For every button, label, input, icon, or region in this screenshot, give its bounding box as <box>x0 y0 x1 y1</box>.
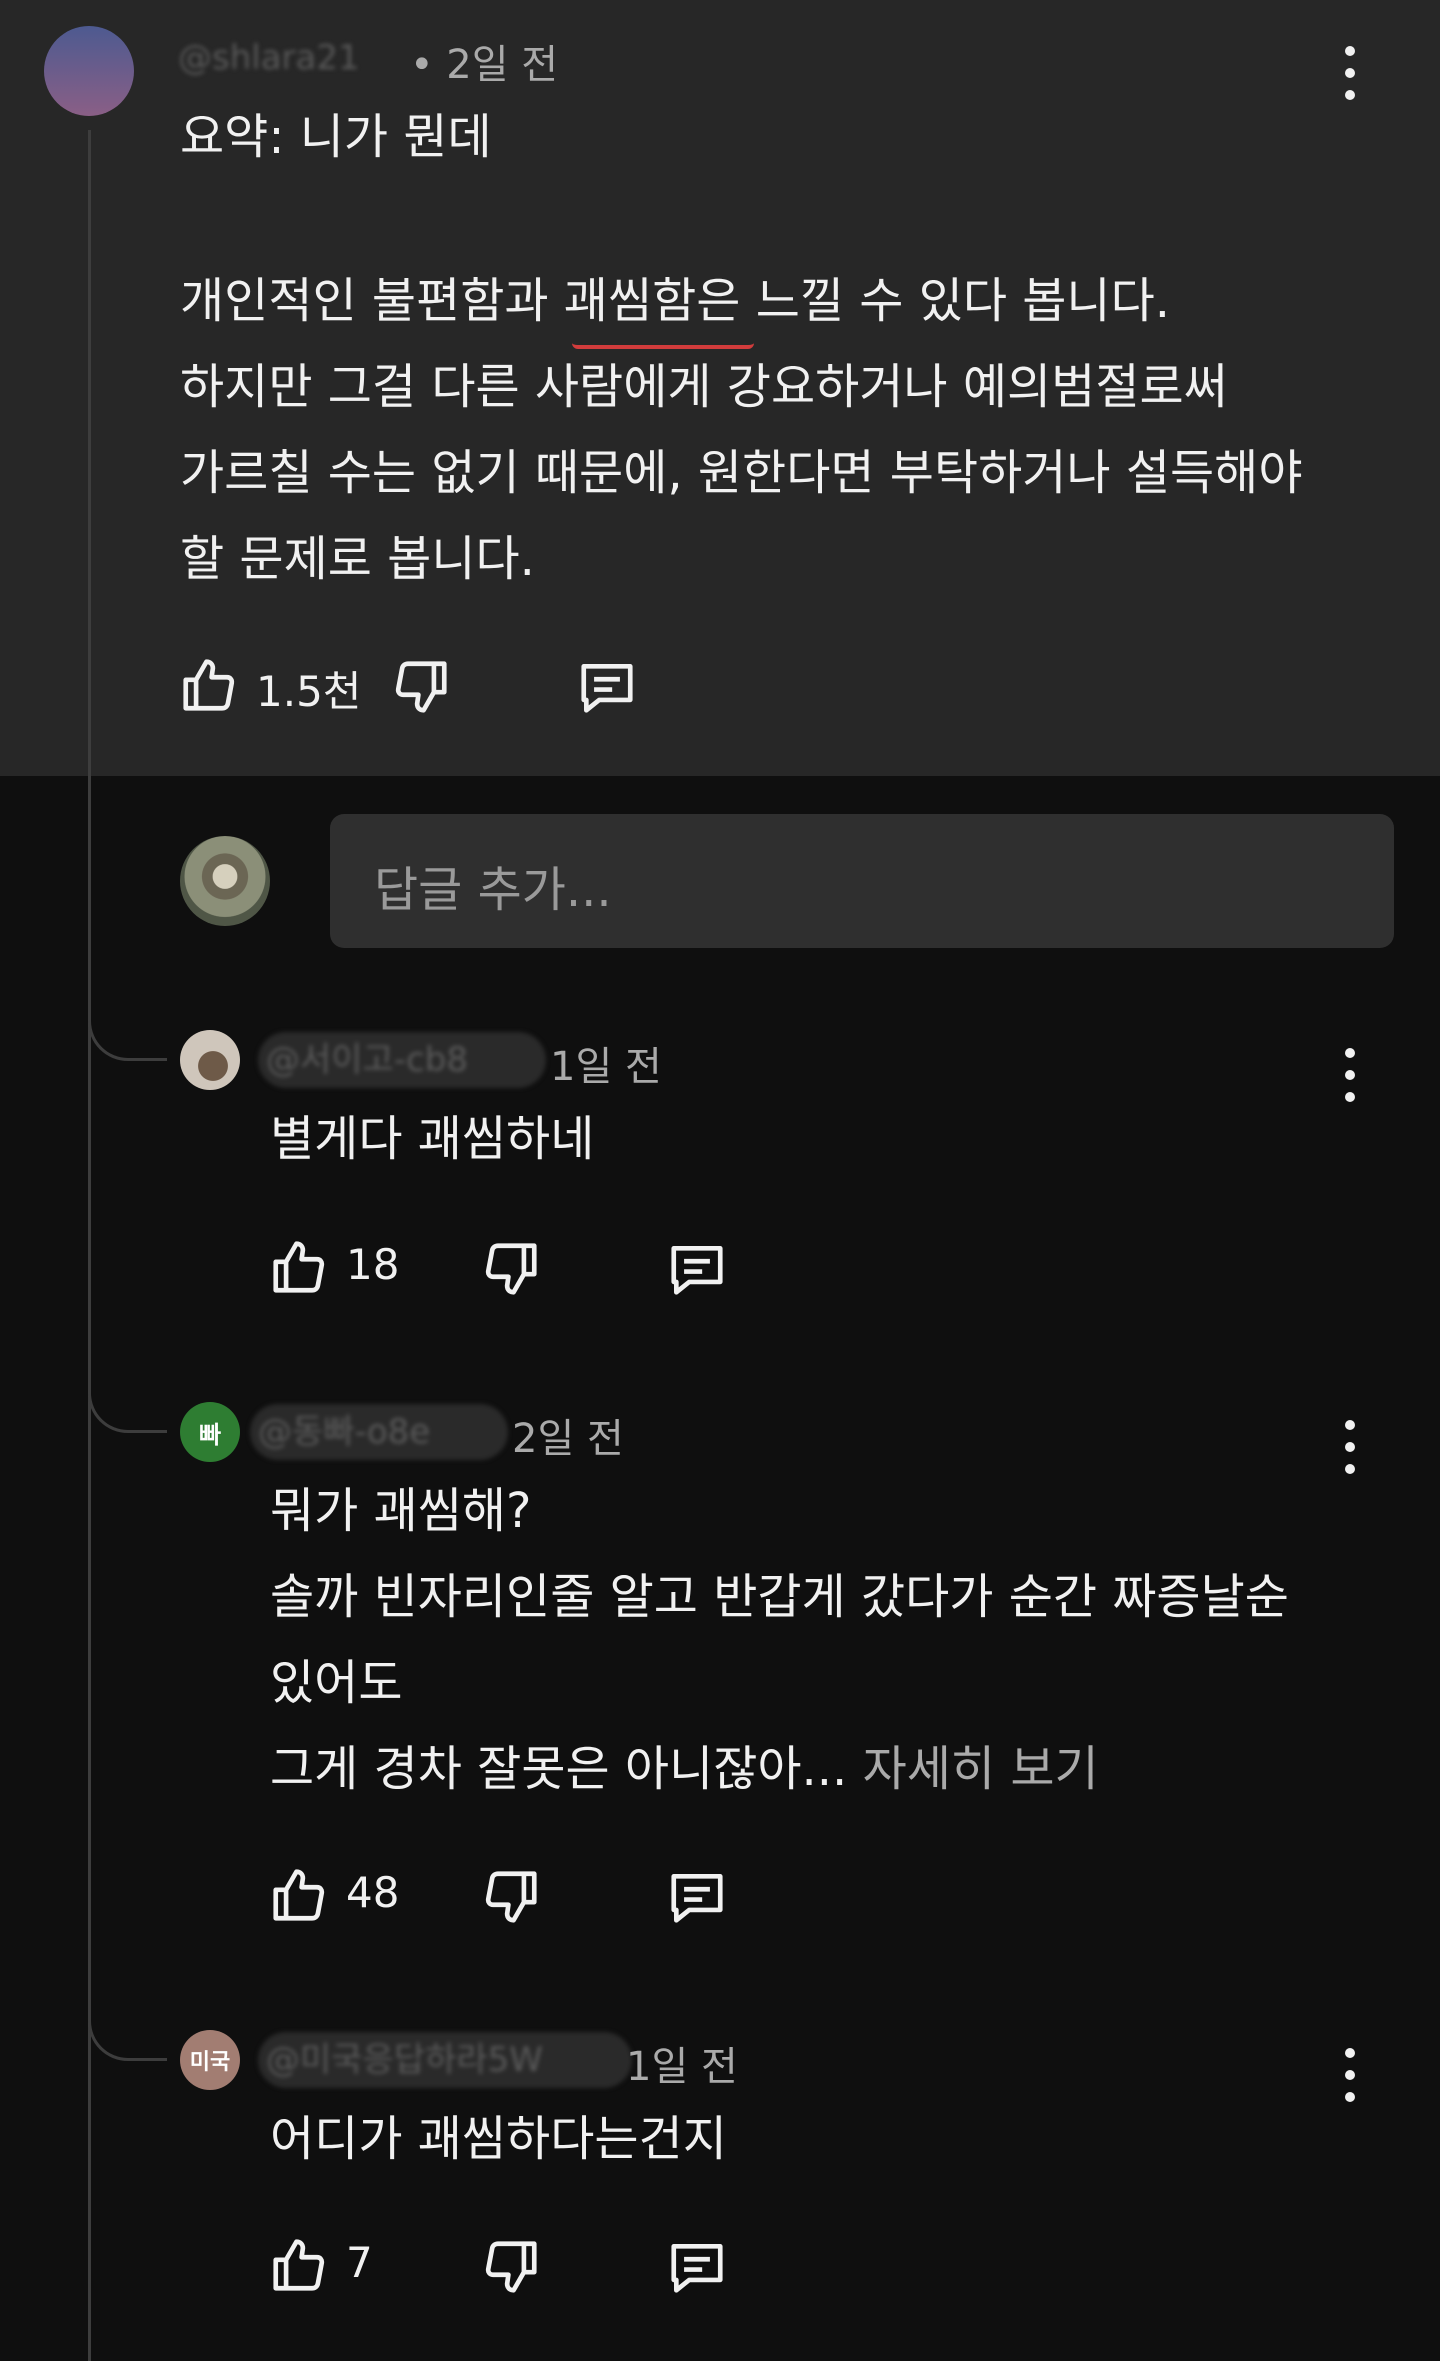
top-comment-line: 개인적인 불편함과 괘씸함은 느낄 수 있다 봅니다. <box>180 273 1171 329</box>
dislike-icon[interactable] <box>390 656 452 718</box>
like-icon[interactable] <box>268 2234 330 2296</box>
reply-avatar[interactable]: 미국 <box>180 2030 240 2090</box>
thread-branch <box>88 1998 167 2061</box>
reply-icon[interactable] <box>576 656 638 718</box>
dislike-icon[interactable] <box>480 1866 542 1928</box>
like-count: 48 <box>346 1868 400 1917</box>
top-comment-line: 가르칠 수는 없기 때문에, 원한다면 부탁하거나 설득해야 <box>180 445 1303 501</box>
reply-author[interactable]: @서이고-cb8 <box>258 1032 546 1088</box>
dislike-icon[interactable] <box>480 2236 542 2298</box>
like-icon[interactable] <box>268 1236 330 1298</box>
reply-more-vert-icon[interactable] <box>1340 1418 1360 1478</box>
reply-text: 솔까 빈자리인줄 알고 반갑게 갔다가 순간 짜증날순 <box>270 1569 1289 1625</box>
reply-time: 1일 전 <box>550 1044 662 1090</box>
reply-text: 있어도 <box>270 1655 403 1711</box>
reply-author[interactable]: @미국응답하라5W <box>258 2032 632 2088</box>
thread-branch <box>88 998 167 1061</box>
reply-author[interactable]: @동빠-o8e <box>250 1404 508 1460</box>
reply-text: 뭐가 괘씸해? <box>270 1483 532 1539</box>
like-count: 1.5천 <box>256 667 362 716</box>
top-comment-time: • 2일 전 <box>410 42 559 88</box>
dislike-icon[interactable] <box>480 1238 542 1300</box>
reply-avatar[interactable] <box>180 1030 240 1090</box>
reply-icon[interactable] <box>666 1866 728 1928</box>
thread-branch <box>88 1370 167 1433</box>
reply-input[interactable]: 답글 추가... <box>330 814 1394 948</box>
read-more-link[interactable]: 자세히 보기 <box>863 1741 1099 1797</box>
like-count: 7 <box>346 2238 373 2287</box>
reply-avatar[interactable]: 빠 <box>180 1402 240 1462</box>
top-comment-line: 할 문제로 봅니다. <box>180 531 535 587</box>
top-comment-author[interactable]: @shlara21 <box>170 30 428 86</box>
reply-text: 별게다 괘씸하네 <box>270 1111 595 1167</box>
reply-text: 그게 경차 잘못은 아니잖아... <box>270 1741 848 1797</box>
like-count: 18 <box>346 1240 400 1289</box>
reply-placeholder: 답글 추가... <box>374 862 612 918</box>
reply-text-last: 그게 경차 잘못은 아니잖아... 자세히 보기 <box>270 1726 1099 1812</box>
reply-time: 1일 전 <box>626 2044 738 2090</box>
reply-more-vert-icon[interactable] <box>1340 1046 1360 1106</box>
like-icon[interactable] <box>268 1864 330 1926</box>
reply-more-vert-icon[interactable] <box>1340 2046 1360 2106</box>
top-comment-line: 하지만 그걸 다른 사람에게 강요하거나 예의범절로써 <box>180 359 1228 415</box>
top-comment-summary: 요약: 니가 뭔데 <box>180 109 492 165</box>
like-icon[interactable] <box>178 654 240 716</box>
user-avatar <box>180 836 270 926</box>
reply-text: 어디가 괘씸하다는건지 <box>270 2111 727 2167</box>
top-comment-avatar[interactable] <box>44 26 134 116</box>
reply-icon[interactable] <box>666 2236 728 2298</box>
reply-icon[interactable] <box>666 1238 728 1300</box>
top-comment-more-vert-icon[interactable] <box>1340 44 1360 104</box>
reply-time: 2일 전 <box>512 1416 624 1462</box>
